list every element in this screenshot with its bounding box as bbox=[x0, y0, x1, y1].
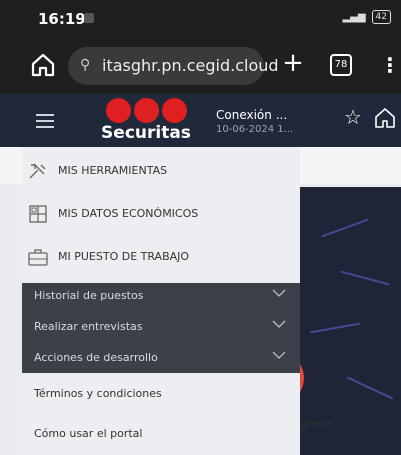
favorite-star-icon[interactable]: ☆ bbox=[342, 106, 364, 128]
site-settings-icon[interactable]: ⚲ bbox=[80, 57, 90, 73]
link-terminos-y-condiciones[interactable]: Términos y condiciones bbox=[22, 375, 300, 413]
menu-item-mis-datos-economicos[interactable]: MIS DATOS ECONÓMICOS bbox=[22, 192, 300, 235]
securitas-logo: Securitas bbox=[100, 96, 192, 144]
chevron-down-icon bbox=[272, 289, 286, 297]
link-label: Cómo usar el portal bbox=[34, 427, 143, 440]
logo-dot bbox=[134, 98, 159, 123]
link-label: Términos y condiciones bbox=[34, 387, 162, 400]
battery-icon: 42 bbox=[371, 10, 391, 24]
battery-level: 42 bbox=[375, 12, 387, 22]
section-label: Acciones de desarrollo bbox=[34, 351, 158, 364]
tab-count: 78 bbox=[334, 59, 348, 70]
decorative-banner bbox=[300, 187, 401, 455]
section-acciones-de-desarrollo[interactable]: Acciones de desarrollo bbox=[22, 345, 300, 373]
brand-name: Securitas bbox=[101, 123, 191, 143]
menu-item-label: MI PUESTO DE TRABAJO bbox=[58, 250, 190, 263]
section-label: Realizar entrevistas bbox=[34, 320, 143, 333]
url-text: itasghr.pn.cegid.cloud bbox=[102, 56, 279, 75]
home-icon[interactable] bbox=[30, 52, 56, 78]
logo-dot bbox=[106, 98, 131, 123]
tools-icon bbox=[29, 163, 46, 179]
home-icon[interactable] bbox=[374, 107, 396, 129]
partial-label: gente bbox=[300, 417, 332, 430]
status-bar: 16:19 ▂▄▆ 42 bbox=[0, 0, 401, 38]
menu-item-mi-puesto-de-trabajo[interactable]: MI PUESTO DE TRABAJO bbox=[22, 235, 300, 278]
browser-menu-button[interactable]: ⋮ bbox=[380, 53, 400, 77]
new-tab-button[interactable]: + bbox=[280, 48, 306, 78]
status-indicators: ▂▄▆ 42 bbox=[342, 10, 391, 24]
chevron-down-icon bbox=[272, 351, 286, 359]
section-label: Historial de puestos bbox=[34, 289, 144, 302]
app-header: Securitas Conexión ... 10-06-2024 1... ☆ bbox=[0, 94, 401, 147]
browser-toolbar: ⚲ itasghr.pn.cegid.cloud + 78 ⋮ bbox=[0, 38, 401, 94]
connection-label: Conexión ... bbox=[216, 108, 288, 122]
navigation-drawer: MIS HERRAMIENTAS MIS DATOS ECONÓMICOS MI… bbox=[22, 147, 300, 455]
logo-dot bbox=[162, 98, 187, 123]
chevron-down-icon bbox=[272, 320, 286, 328]
notification-icon bbox=[84, 13, 94, 23]
section-realizar-entrevistas[interactable]: Realizar entrevistas bbox=[22, 314, 300, 338]
address-bar[interactable]: ⚲ itasghr.pn.cegid.cloud bbox=[68, 47, 279, 85]
section-historial-de-puestos[interactable]: Historial de puestos bbox=[22, 283, 300, 307]
signal-icon: ▂▄▆ bbox=[342, 11, 366, 23]
briefcase-icon bbox=[28, 249, 48, 266]
menu-item-label: MIS HERRAMIENTAS bbox=[58, 164, 168, 177]
menu-item-label: MIS DATOS ECONÓMICOS bbox=[58, 207, 199, 220]
hamburger-menu-icon[interactable] bbox=[36, 114, 54, 128]
menu-item-mis-herramientas[interactable]: MIS HERRAMIENTAS bbox=[22, 149, 300, 192]
calculator-icon bbox=[29, 205, 47, 223]
tab-switcher-button[interactable]: 78 bbox=[330, 54, 352, 76]
connection-date: 10-06-2024 1... bbox=[216, 124, 294, 135]
link-como-usar-el-portal[interactable]: Cómo usar el portal bbox=[22, 415, 300, 453]
status-time: 16:19 bbox=[38, 10, 86, 28]
